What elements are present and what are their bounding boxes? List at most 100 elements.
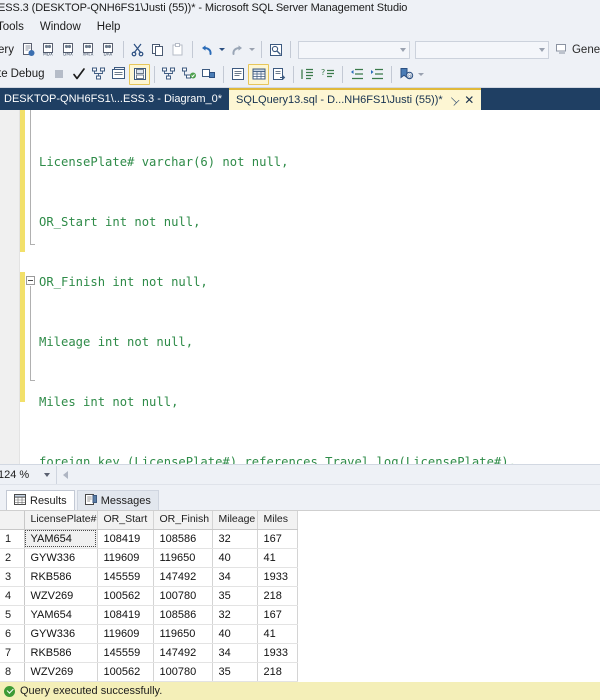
cell-orfinish[interactable]: 100780: [153, 662, 213, 682]
cell-licenseplate[interactable]: WZV269: [24, 662, 98, 682]
cell-miles[interactable]: 167: [257, 529, 298, 549]
tab-sqlquery13[interactable]: SQLQuery13.sql - D...NH6FS1\Justi (55))*…: [229, 88, 482, 110]
query-options-icon[interactable]: [109, 64, 129, 84]
column-header-orstart[interactable]: OR_Start: [97, 510, 154, 530]
cell-licenseplate[interactable]: RKB586: [24, 643, 98, 663]
editor-outlining-margin[interactable]: [25, 110, 38, 464]
column-header-miles[interactable]: Miles: [257, 510, 298, 530]
table-row[interactable]: 2 GYW336 119609 119650 40 41: [0, 548, 298, 568]
new-query-dax-icon[interactable]: DAX: [99, 40, 119, 60]
cell-licenseplate[interactable]: YAM654: [24, 529, 98, 549]
table-row[interactable]: 9 YAM654 108419 108586 32 167: [0, 681, 298, 682]
cell-orstart[interactable]: 119609: [97, 624, 154, 644]
tab-messages[interactable]: Messages: [76, 490, 159, 510]
cell-miles[interactable]: 218: [257, 662, 298, 682]
cell-mileage[interactable]: 40: [212, 624, 258, 644]
tab-diagram[interactable]: DESKTOP-QNH6FS1\...ESS.3 - Diagram_0*: [0, 88, 229, 110]
cell-mileage[interactable]: 32: [212, 605, 258, 625]
uncomment-lines-icon[interactable]: ?: [318, 64, 338, 84]
row-number[interactable]: 4: [0, 586, 25, 606]
comment-lines-icon[interactable]: [298, 64, 318, 84]
cell-orstart[interactable]: 145559: [97, 643, 154, 663]
new-query-mdx-icon[interactable]: MDX: [39, 40, 59, 60]
row-number[interactable]: 3: [0, 567, 25, 587]
table-row[interactable]: 3 RKB586 145559 147492 34 1933: [0, 567, 298, 587]
cell-miles[interactable]: 41: [257, 624, 298, 644]
cell-orstart[interactable]: 100562: [97, 586, 154, 606]
editor-code-area[interactable]: LicensePlate# varchar(6) not null, OR_St…: [38, 110, 600, 464]
menu-item-help[interactable]: Help: [91, 19, 131, 36]
new-query-label[interactable]: ery: [0, 44, 19, 56]
cell-orstart[interactable]: 119609: [97, 548, 154, 568]
row-number[interactable]: 6: [0, 624, 25, 644]
cell-orstart[interactable]: 108419: [97, 681, 154, 682]
cell-licenseplate[interactable]: WZV269: [24, 586, 98, 606]
results-to-grid-icon[interactable]: [248, 63, 270, 85]
row-number[interactable]: 2: [0, 548, 25, 568]
live-query-stats-icon[interactable]: [179, 64, 199, 84]
cell-orfinish[interactable]: 108586: [153, 529, 213, 549]
zoom-level-select[interactable]: 124 %: [0, 466, 56, 483]
cell-miles[interactable]: 41: [257, 548, 298, 568]
table-row[interactable]: 7 RKB586 145559 147492 34 1933: [0, 643, 298, 663]
cell-orfinish[interactable]: 147492: [153, 567, 213, 587]
row-number[interactable]: 9: [0, 681, 25, 682]
query-designer-icon[interactable]: [199, 64, 219, 84]
cell-orstart[interactable]: 108419: [97, 605, 154, 625]
column-header-orfinish[interactable]: OR_Finish: [153, 510, 213, 530]
copy-icon[interactable]: [148, 40, 168, 60]
cell-orfinish[interactable]: 108586: [153, 605, 213, 625]
sql-editor[interactable]: LicensePlate# varchar(6) not null, OR_St…: [0, 110, 600, 464]
menu-item-tools[interactable]: Tools: [0, 19, 34, 36]
include-client-statistics-icon[interactable]: [159, 64, 179, 84]
cell-orstart[interactable]: 100562: [97, 662, 154, 682]
available-databases-combo[interactable]: [414, 40, 549, 59]
fold-toggle-icon[interactable]: [26, 276, 35, 285]
paste-icon[interactable]: [168, 40, 188, 60]
table-row[interactable]: 4 WZV269 100562 100780 35 218: [0, 586, 298, 606]
redo-dropdown-icon[interactable]: [247, 41, 257, 59]
new-query-dmx-icon[interactable]: DMX: [59, 40, 79, 60]
decrease-indent-icon[interactable]: [347, 64, 367, 84]
cell-mileage[interactable]: 35: [212, 586, 258, 606]
cell-orstart[interactable]: 145559: [97, 567, 154, 587]
cell-licenseplate[interactable]: GYW336: [24, 548, 98, 568]
toolbar-overflow-icon[interactable]: [416, 65, 426, 83]
cell-orfinish[interactable]: 147492: [153, 643, 213, 663]
cell-mileage[interactable]: 34: [212, 567, 258, 587]
cell-licenseplate[interactable]: RKB586: [24, 567, 98, 587]
new-query-icon[interactable]: [19, 40, 39, 60]
undo-dropdown-icon[interactable]: [217, 41, 227, 59]
tab-results[interactable]: Results: [6, 490, 75, 510]
debug-label[interactable]: Debug: [11, 68, 50, 80]
cell-mileage[interactable]: 32: [212, 529, 258, 549]
table-row[interactable]: 1 YAM654 108419 108586 32 167: [0, 529, 298, 549]
row-number[interactable]: 1: [0, 529, 25, 549]
redo-icon[interactable]: [227, 40, 247, 60]
row-number[interactable]: 8: [0, 662, 25, 682]
cell-orfinish[interactable]: 119650: [153, 624, 213, 644]
increase-indent-icon[interactable]: [367, 64, 387, 84]
cell-miles[interactable]: 167: [257, 605, 298, 625]
results-grid[interactable]: LicensePlate# OR_Start OR_Finish Mileage…: [0, 510, 600, 682]
column-header-licenseplate[interactable]: LicensePlate#: [24, 510, 98, 530]
table-row[interactable]: 5 YAM654 108419 108586 32 167: [0, 605, 298, 625]
row-number[interactable]: 5: [0, 605, 25, 625]
cell-miles[interactable]: 218: [257, 586, 298, 606]
results-to-file-icon[interactable]: [269, 64, 289, 84]
parse-check-icon[interactable]: [69, 64, 89, 84]
cut-icon[interactable]: [128, 40, 148, 60]
cell-orfinish[interactable]: 100780: [153, 586, 213, 606]
cell-miles[interactable]: 167: [257, 681, 298, 682]
pin-icon[interactable]: ⊣: [445, 92, 461, 108]
cell-orstart[interactable]: 108419: [97, 529, 154, 549]
cell-mileage[interactable]: 40: [212, 548, 258, 568]
stop-icon[interactable]: [49, 64, 69, 84]
toggle-bookmark-icon[interactable]: @: [396, 64, 416, 84]
cell-miles[interactable]: 1933: [257, 567, 298, 587]
table-row[interactable]: 8 WZV269 100562 100780 35 218: [0, 662, 298, 682]
menu-item-window[interactable]: Window: [34, 19, 91, 36]
table-row[interactable]: 6 GYW336 119609 119650 40 41: [0, 624, 298, 644]
cell-orfinish[interactable]: 119650: [153, 548, 213, 568]
include-actual-execution-plan-icon[interactable]: [129, 63, 151, 85]
